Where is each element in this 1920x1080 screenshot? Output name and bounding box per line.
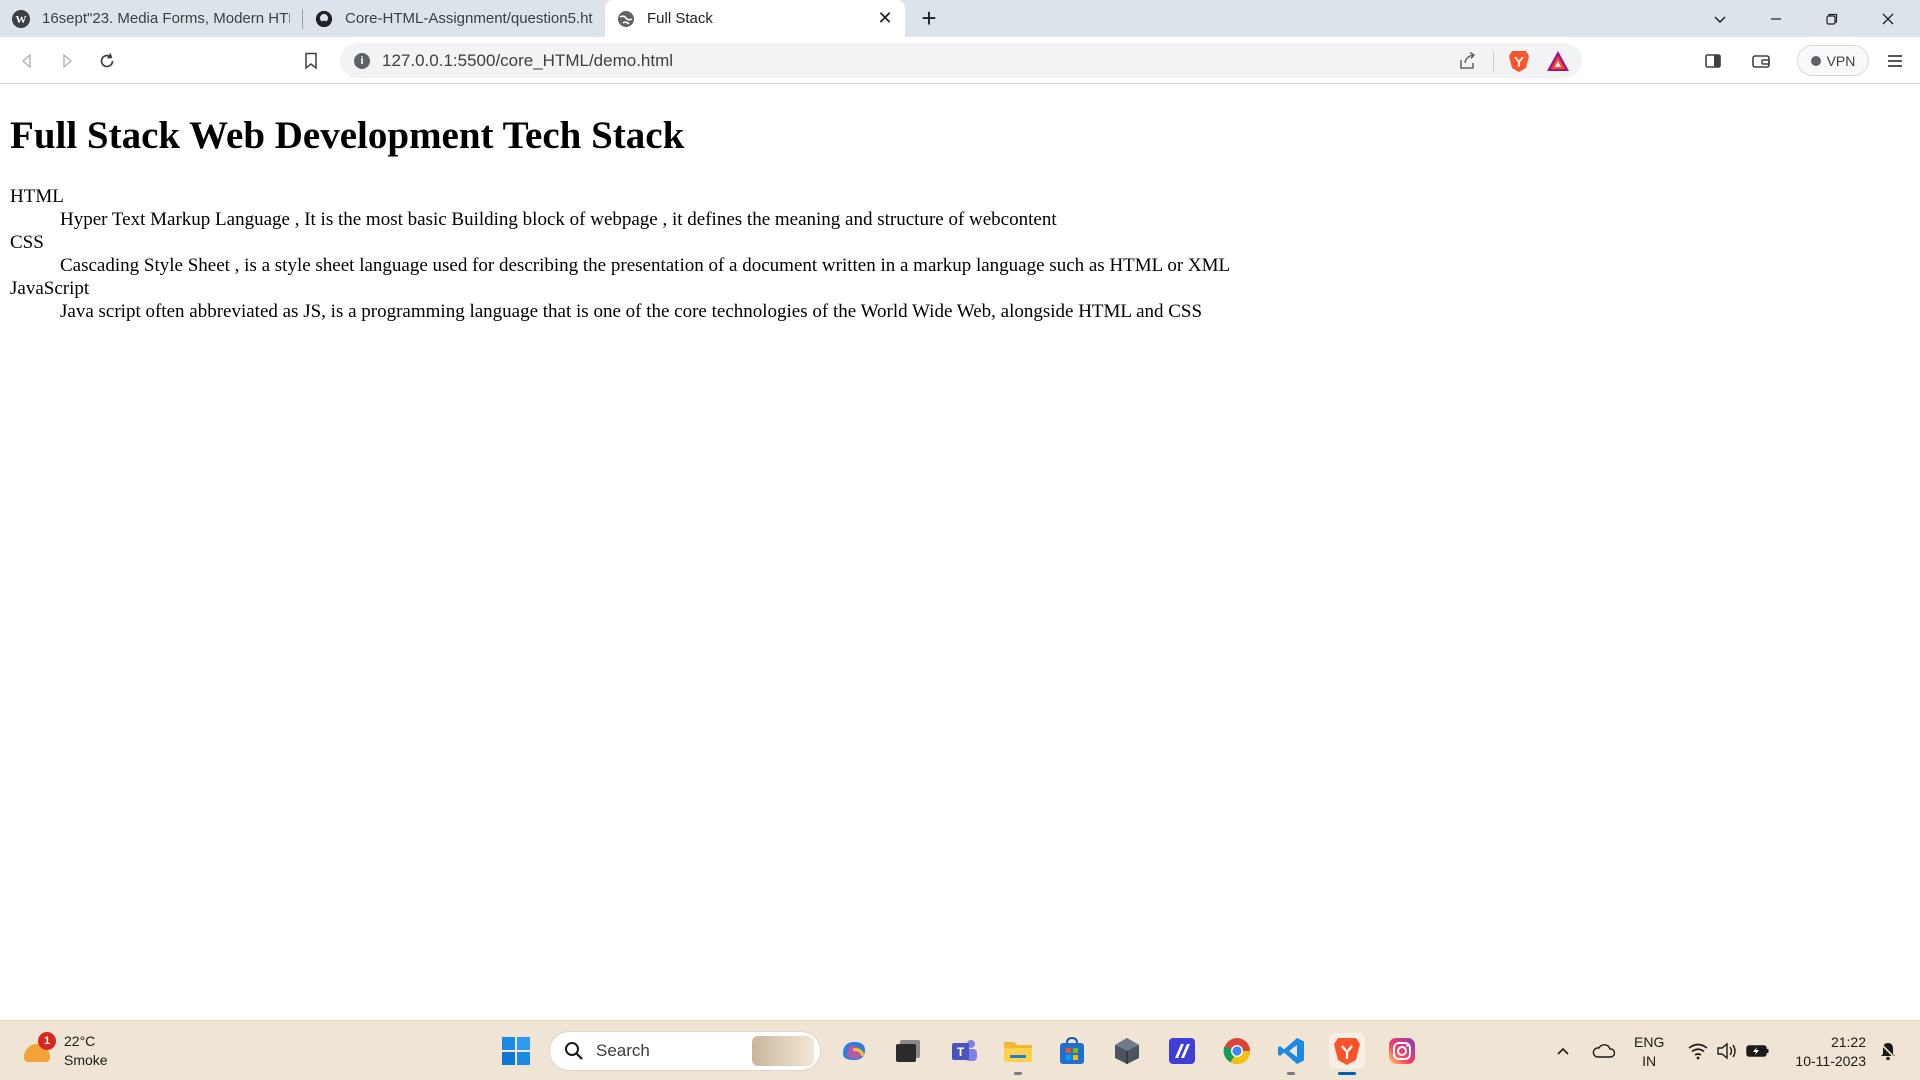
github-icon [315,10,333,28]
reload-icon[interactable] [92,46,122,76]
new-tab-button[interactable]: + [909,0,949,37]
globe-icon [617,10,635,28]
definition-html: Hyper Text Markup Language , It is the m… [60,209,1057,230]
forward-icon[interactable] [52,46,82,76]
term-css: CSS [10,232,44,253]
browser-tab-strip: W 16sept"23. Media Forms, Modern HTML Co… [0,0,1920,37]
omnibox-divider [1493,51,1494,71]
windows-start-icon[interactable] [498,1033,534,1069]
term-html: HTML [10,186,64,207]
term-javascript: JavaScript [10,278,90,299]
microsoft-store-icon[interactable] [1054,1033,1090,1069]
weather-alert-badge: 1 [38,1032,56,1050]
search-icon [565,1042,583,1060]
page-heading: Full Stack Web Development Tech Stack [10,114,685,157]
brave-rewards-icon[interactable] [1546,50,1570,77]
definition-css: Cascading Style Sheet , is a style sheet… [60,255,1231,276]
teams-icon[interactable]: T [946,1033,982,1069]
close-window-button[interactable] [1860,0,1916,37]
wifi-icon[interactable] [1684,1021,1712,1080]
weather-sun-icon: 1 [22,1032,56,1066]
vpn-label: VPN [1826,52,1856,69]
menu-icon[interactable] [1880,46,1910,76]
wordpress-icon: W [12,9,30,28]
search-highlight-image [752,1036,814,1066]
copilot-icon[interactable] [836,1033,872,1069]
weather-widget[interactable]: 1 22°C Smoke [22,1029,108,1073]
language-indicator[interactable]: ENG IN [1634,1033,1664,1071]
sidebar-toggle-icon[interactable] [1698,46,1728,76]
svg-text:W: W [16,14,27,26]
show-hidden-icons-chevron-icon[interactable] [1550,1021,1576,1080]
windows-taskbar: 1 22°C Smoke Search T ENG IN 21:22 10-11… [0,1020,1920,1080]
close-tab-icon[interactable]: ✕ [875,8,895,28]
brave-shields-icon[interactable] [1508,49,1530,78]
brave-icon[interactable] [1329,1033,1365,1075]
battery-charging-icon[interactable] [1744,1021,1772,1080]
tech-stack-list: HTML Hyper Text Markup Language , It is … [10,185,1230,323]
notifications-bell-icon[interactable] [1874,1021,1902,1080]
vpn-status-icon [1810,55,1821,66]
minimize-button[interactable] [1748,0,1804,37]
running-indicator [1287,1072,1295,1075]
weather-temperature: 22°C [64,1033,96,1049]
clock-time: 21:22 [1830,1034,1866,1050]
tab-search-chevron-icon[interactable] [1692,0,1748,37]
browser-toolbar: i 127.0.0.1:5500/core_HTML/demo.html VPN [0,37,1920,84]
tab-full-stack[interactable]: Full Stack ✕ [605,0,905,37]
taskbar-search-box[interactable]: Search [549,1031,821,1071]
clock-date: 10-11-2023 [1795,1053,1866,1069]
web-page: Full Stack Web Development Tech Stack HT… [0,85,1920,1020]
bookmark-icon[interactable] [296,46,326,76]
chrome-icon[interactable] [1219,1033,1255,1069]
vscode-icon[interactable] [1273,1033,1309,1075]
weather-condition: Smoke [64,1052,108,1068]
definition-javascript: Java script often abbreviated as JS, is … [60,301,1203,322]
share-icon[interactable] [1457,51,1477,76]
tab-title: 16sept"23. Media Forms, Modern HTML [42,10,290,27]
tab-github-assignment[interactable]: Core-HTML-Assignment/question5.html [303,0,605,37]
address-bar[interactable]: i 127.0.0.1:5500/core_HTML/demo.html [340,43,1582,78]
wallet-icon[interactable] [1746,46,1776,76]
svg-text:T: T [957,1045,965,1059]
language-region: IN [1642,1053,1657,1069]
tab-title: Core-HTML-Assignment/question5.html [345,10,593,27]
virtualbox-icon[interactable] [1109,1033,1145,1069]
language-code: ENG [1634,1034,1665,1050]
volume-icon[interactable] [1714,1021,1740,1080]
file-explorer-icon[interactable] [1000,1033,1036,1075]
restore-button[interactable] [1804,0,1860,37]
tab-media-forms[interactable]: W 16sept"23. Media Forms, Modern HTML [0,0,302,37]
running-indicator-active [1338,1072,1356,1075]
task-view-icon[interactable] [890,1033,926,1069]
system-clock[interactable]: 21:22 10-11-2023 [1795,1033,1866,1071]
vpn-button[interactable]: VPN [1797,45,1869,76]
instagram-icon[interactable] [1384,1033,1420,1069]
vscode-insiders-icon[interactable] [1164,1033,1200,1069]
site-info-icon[interactable]: i [354,53,370,69]
running-indicator [1014,1072,1022,1075]
back-icon[interactable] [12,46,42,76]
search-label: Search [596,1041,650,1060]
onedrive-cloud-icon[interactable] [1588,1021,1618,1080]
tab-title: Full Stack [647,10,713,27]
address-url[interactable]: 127.0.0.1:5500/core_HTML/demo.html [382,51,673,71]
